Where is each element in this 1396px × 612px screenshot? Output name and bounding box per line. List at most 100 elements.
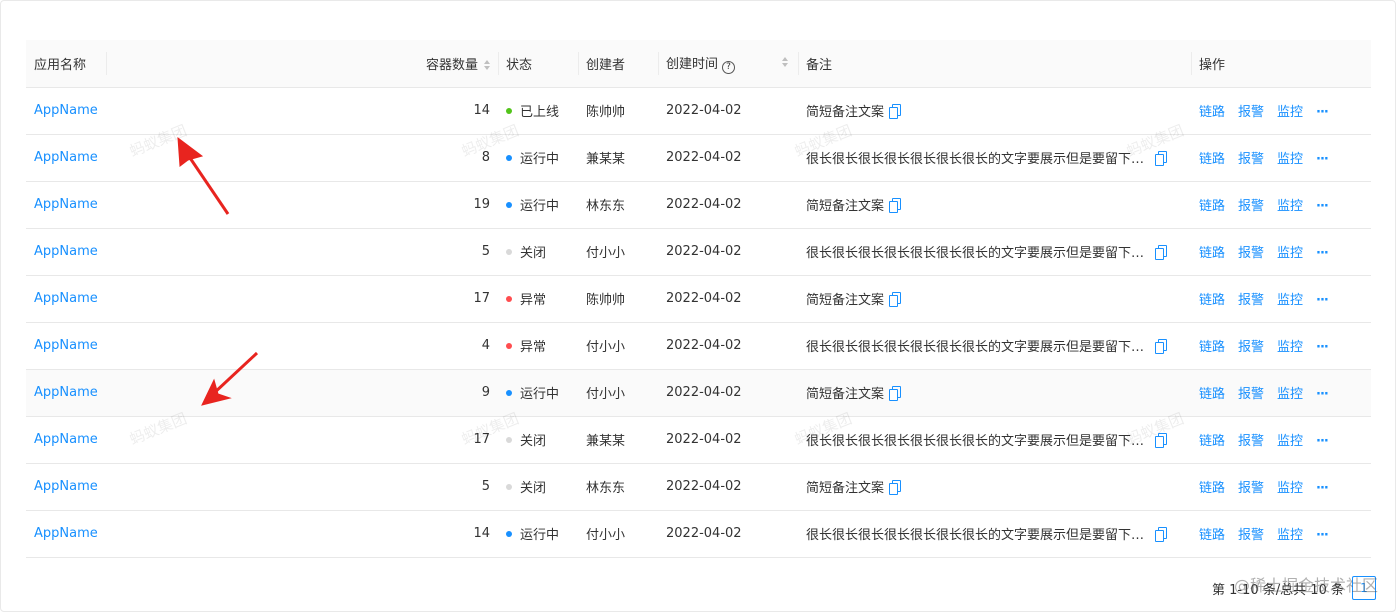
app-name-link[interactable]: AppName	[34, 150, 98, 165]
copy-icon[interactable]	[1155, 339, 1167, 354]
alarm-link[interactable]: 报警	[1238, 246, 1264, 261]
monitor-link[interactable]: 监控	[1277, 293, 1303, 308]
app-name-link[interactable]: AppName	[34, 479, 98, 494]
more-icon[interactable]: ···	[1316, 340, 1329, 355]
status-cell: 运行中	[498, 369, 578, 417]
status-text: 关闭	[520, 246, 547, 261]
more-icon[interactable]: ···	[1316, 481, 1329, 496]
alarm-link[interactable]: 报警	[1238, 481, 1264, 496]
status-text: 关闭	[520, 434, 547, 449]
monitor-link[interactable]: 监控	[1277, 387, 1303, 402]
more-icon[interactable]: ···	[1316, 528, 1329, 543]
monitor-link[interactable]: 监控	[1277, 340, 1303, 355]
note-cell: 很长很长很长很长很长很长很长的文字要展示但是要留下尾巴	[798, 228, 1191, 276]
ops-cell: 链路 报警 监控 ···	[1191, 510, 1371, 558]
copy-icon[interactable]	[1155, 151, 1167, 166]
app-name-link[interactable]: AppName	[34, 197, 98, 212]
trace-link[interactable]: 链路	[1199, 481, 1225, 496]
trace-link[interactable]: 链路	[1199, 387, 1225, 402]
alarm-link[interactable]: 报警	[1238, 387, 1264, 402]
copy-icon[interactable]	[889, 104, 902, 119]
col-header-creator[interactable]: 创建者	[578, 40, 658, 88]
container-count: 19	[106, 181, 498, 229]
trace-link[interactable]: 链路	[1199, 199, 1225, 214]
copy-icon[interactable]	[1155, 433, 1167, 448]
creator: 付小小	[578, 228, 658, 276]
trace-link[interactable]: 链路	[1199, 528, 1225, 543]
table-row: AppName 14 已上线 陈帅帅 2022-04-02 简短备注文案 链路 报警 监控 ···	[26, 87, 1371, 135]
alarm-link[interactable]: 报警	[1238, 340, 1264, 355]
alarm-link[interactable]: 报警	[1238, 152, 1264, 167]
ops-cell: 链路 报警 监控 ···	[1191, 322, 1371, 370]
status-dot	[506, 108, 512, 114]
monitor-link[interactable]: 监控	[1277, 199, 1303, 214]
page-button-1[interactable]: 1	[1352, 576, 1376, 600]
table-row: AppName 5 关闭 林东东 2022-04-02 简短备注文案 链路 报警 监控 ···	[26, 463, 1371, 511]
copy-icon[interactable]	[889, 198, 902, 213]
copy-icon[interactable]	[889, 480, 902, 495]
status-cell: 运行中	[498, 134, 578, 182]
trace-link[interactable]: 链路	[1199, 434, 1225, 449]
col-header-created[interactable]: 创建时间?	[658, 40, 798, 88]
monitor-link[interactable]: 监控	[1277, 152, 1303, 167]
status-dot	[506, 531, 512, 537]
note-text: 简短备注文案	[806, 387, 885, 402]
more-icon[interactable]: ···	[1316, 293, 1329, 308]
more-icon[interactable]: ···	[1316, 152, 1329, 167]
ops-cell: 链路 报警 监控 ···	[1191, 369, 1371, 417]
app-name-link[interactable]: AppName	[34, 291, 98, 306]
sort-icon[interactable]	[782, 57, 788, 67]
alarm-link[interactable]: 报警	[1238, 105, 1264, 120]
trace-link[interactable]: 链路	[1199, 340, 1225, 355]
created-date: 2022-04-02	[658, 322, 798, 370]
app-name-link[interactable]: AppName	[34, 526, 98, 541]
copy-icon[interactable]	[1155, 527, 1167, 542]
col-header-name[interactable]: 应用名称	[26, 40, 106, 88]
note-cell: 很长很长很长很长很长很长很长的文字要展示但是要留下尾巴	[798, 322, 1191, 370]
more-icon[interactable]: ···	[1316, 105, 1329, 120]
monitor-link[interactable]: 监控	[1277, 434, 1303, 449]
more-icon[interactable]: ···	[1316, 246, 1329, 261]
app-name-link[interactable]: AppName	[34, 103, 98, 118]
sort-icon[interactable]	[484, 60, 490, 71]
app-name-link[interactable]: AppName	[34, 244, 98, 259]
note-cell: 简短备注文案	[798, 463, 1191, 511]
monitor-link[interactable]: 监控	[1277, 246, 1303, 261]
alarm-link[interactable]: 报警	[1238, 199, 1264, 214]
copy-icon[interactable]	[889, 386, 902, 401]
alarm-link[interactable]: 报警	[1238, 434, 1264, 449]
ops-cell: 链路 报警 监控 ···	[1191, 275, 1371, 323]
copy-icon[interactable]	[889, 292, 902, 307]
monitor-link[interactable]: 监控	[1277, 481, 1303, 496]
alarm-link[interactable]: 报警	[1238, 293, 1264, 308]
pagination-summary: 第 1-10 条/总共 10 条	[1212, 582, 1344, 598]
table-row: AppName 14 运行中 付小小 2022-04-02 很长很长很长很长很长很长很长的…	[26, 510, 1371, 558]
monitor-link[interactable]: 监控	[1277, 105, 1303, 120]
trace-link[interactable]: 链路	[1199, 152, 1225, 167]
help-icon[interactable]: ?	[722, 60, 736, 74]
app-name-link[interactable]: AppName	[34, 432, 98, 447]
creator: 林东东	[578, 463, 658, 511]
status-text: 关闭	[520, 481, 547, 496]
container-count: 5	[106, 463, 498, 511]
status-dot	[506, 390, 512, 396]
creator: 付小小	[578, 322, 658, 370]
trace-link[interactable]: 链路	[1199, 293, 1225, 308]
col-header-status[interactable]: 状态	[498, 40, 578, 88]
more-icon[interactable]: ···	[1316, 199, 1329, 214]
more-icon[interactable]: ···	[1316, 434, 1329, 449]
app-name-link[interactable]: AppName	[34, 385, 98, 400]
col-header-count[interactable]: 容器数量	[106, 40, 498, 88]
trace-link[interactable]: 链路	[1199, 105, 1225, 120]
note-text: 简短备注文案	[806, 199, 885, 214]
container-count: 17	[106, 416, 498, 464]
note-text: 简短备注文案	[806, 481, 885, 496]
alarm-link[interactable]: 报警	[1238, 528, 1264, 543]
status-cell: 关闭	[498, 228, 578, 276]
copy-icon[interactable]	[1155, 245, 1167, 260]
more-icon[interactable]: ···	[1316, 387, 1329, 402]
app-name-link[interactable]: AppName	[34, 338, 98, 353]
trace-link[interactable]: 链路	[1199, 246, 1225, 261]
creator: 兼某某	[578, 134, 658, 182]
monitor-link[interactable]: 监控	[1277, 528, 1303, 543]
